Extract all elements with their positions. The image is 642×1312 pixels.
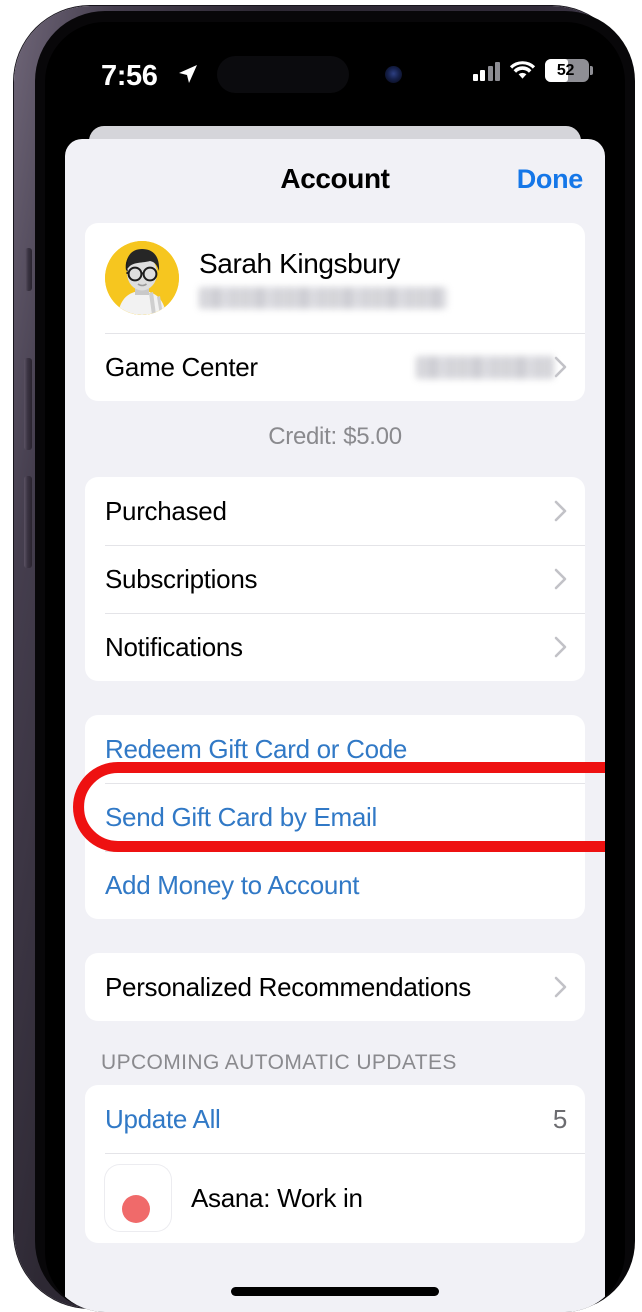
account-content: Sarah Kingsbury Game Center Credit: $5.0… (65, 223, 605, 1243)
battery-tip (590, 66, 593, 75)
user-avatar (105, 241, 179, 315)
asana-dot-icon (122, 1195, 150, 1223)
personalized-recommendations-row[interactable]: Personalized Recommendations (85, 953, 585, 1021)
profile-row[interactable]: Sarah Kingsbury (85, 223, 585, 333)
gift-card-group: Redeem Gift Card or Code Send Gift Card … (85, 715, 585, 919)
location-arrow-icon (178, 64, 198, 84)
credit-note: Credit: $5.00 (268, 423, 402, 450)
add-money-label: Add Money to Account (105, 869, 360, 900)
status-time: 7:56 (101, 60, 158, 92)
phone-frame: 7:56 52 Account Done Sarah Kingsbury Gam… (14, 6, 635, 1312)
redeem-gift-card-row[interactable]: Redeem Gift Card or Code (85, 715, 585, 783)
update-all-label: Update All (105, 1103, 221, 1134)
purchased-row[interactable]: Purchased (85, 477, 585, 545)
account-links-group: Purchased Subscriptions Notifications (85, 477, 585, 681)
status-indicators: 52 (472, 59, 593, 82)
dynamic-island (217, 56, 349, 93)
battery-icon: 52 (545, 59, 593, 82)
profile-name: Sarah Kingsbury (199, 247, 401, 279)
game-center-label: Game Center (105, 351, 258, 382)
sheet-header: Account Done (65, 139, 605, 223)
status-bar: 7:56 52 (45, 22, 625, 118)
home-indicator[interactable] (231, 1287, 439, 1296)
recommendations-group: Personalized Recommendations (85, 953, 585, 1021)
update-count: 5 (552, 1103, 567, 1134)
purchased-label: Purchased (105, 495, 227, 526)
mute-switch[interactable] (25, 248, 32, 291)
phone-screen: 7:56 52 Account Done Sarah Kingsbury Gam… (45, 22, 625, 1312)
account-sheet: Account Done Sarah Kingsbury Game Center… (65, 139, 605, 1312)
cellular-signal-icon (472, 60, 500, 81)
app-name: Asana: Work in (191, 1182, 363, 1213)
redeem-gift-card-label: Redeem Gift Card or Code (105, 733, 408, 764)
chevron-right-icon (554, 636, 567, 658)
game-center-value-redacted (416, 355, 554, 379)
subscriptions-label: Subscriptions (105, 563, 258, 594)
done-button[interactable]: Done (517, 164, 584, 195)
chevron-right-icon (554, 500, 567, 522)
profile-group: Sarah Kingsbury Game Center (85, 223, 585, 401)
notifications-row[interactable]: Notifications (85, 613, 585, 681)
wifi-icon (509, 60, 536, 81)
volume-down-button[interactable] (24, 476, 32, 568)
personalized-recommendations-label: Personalized Recommendations (105, 971, 471, 1002)
profile-text: Sarah Kingsbury (199, 248, 447, 309)
game-center-row[interactable]: Game Center (85, 333, 585, 401)
update-all-row[interactable]: Update All 5 (85, 1085, 585, 1153)
chevron-right-icon (554, 356, 567, 378)
upcoming-updates-header: UPCOMING AUTOMATIC UPDATES (101, 1051, 457, 1074)
add-money-row[interactable]: Add Money to Account (85, 851, 585, 919)
chevron-right-icon (554, 976, 567, 998)
chevron-right-icon (554, 568, 567, 590)
updates-group: Update All 5 Asana: Work in (85, 1085, 585, 1243)
front-camera-icon (385, 66, 402, 83)
profile-email-redacted (199, 286, 447, 309)
battery-level: 52 (556, 61, 575, 79)
asana-app-icon (105, 1165, 171, 1231)
subscriptions-row[interactable]: Subscriptions (85, 545, 585, 613)
send-gift-card-row[interactable]: Send Gift Card by Email (85, 783, 585, 851)
notifications-label: Notifications (105, 631, 243, 662)
app-update-row[interactable]: Asana: Work in (85, 1153, 585, 1243)
volume-up-button[interactable] (24, 358, 32, 450)
send-gift-card-label: Send Gift Card by Email (105, 801, 377, 832)
